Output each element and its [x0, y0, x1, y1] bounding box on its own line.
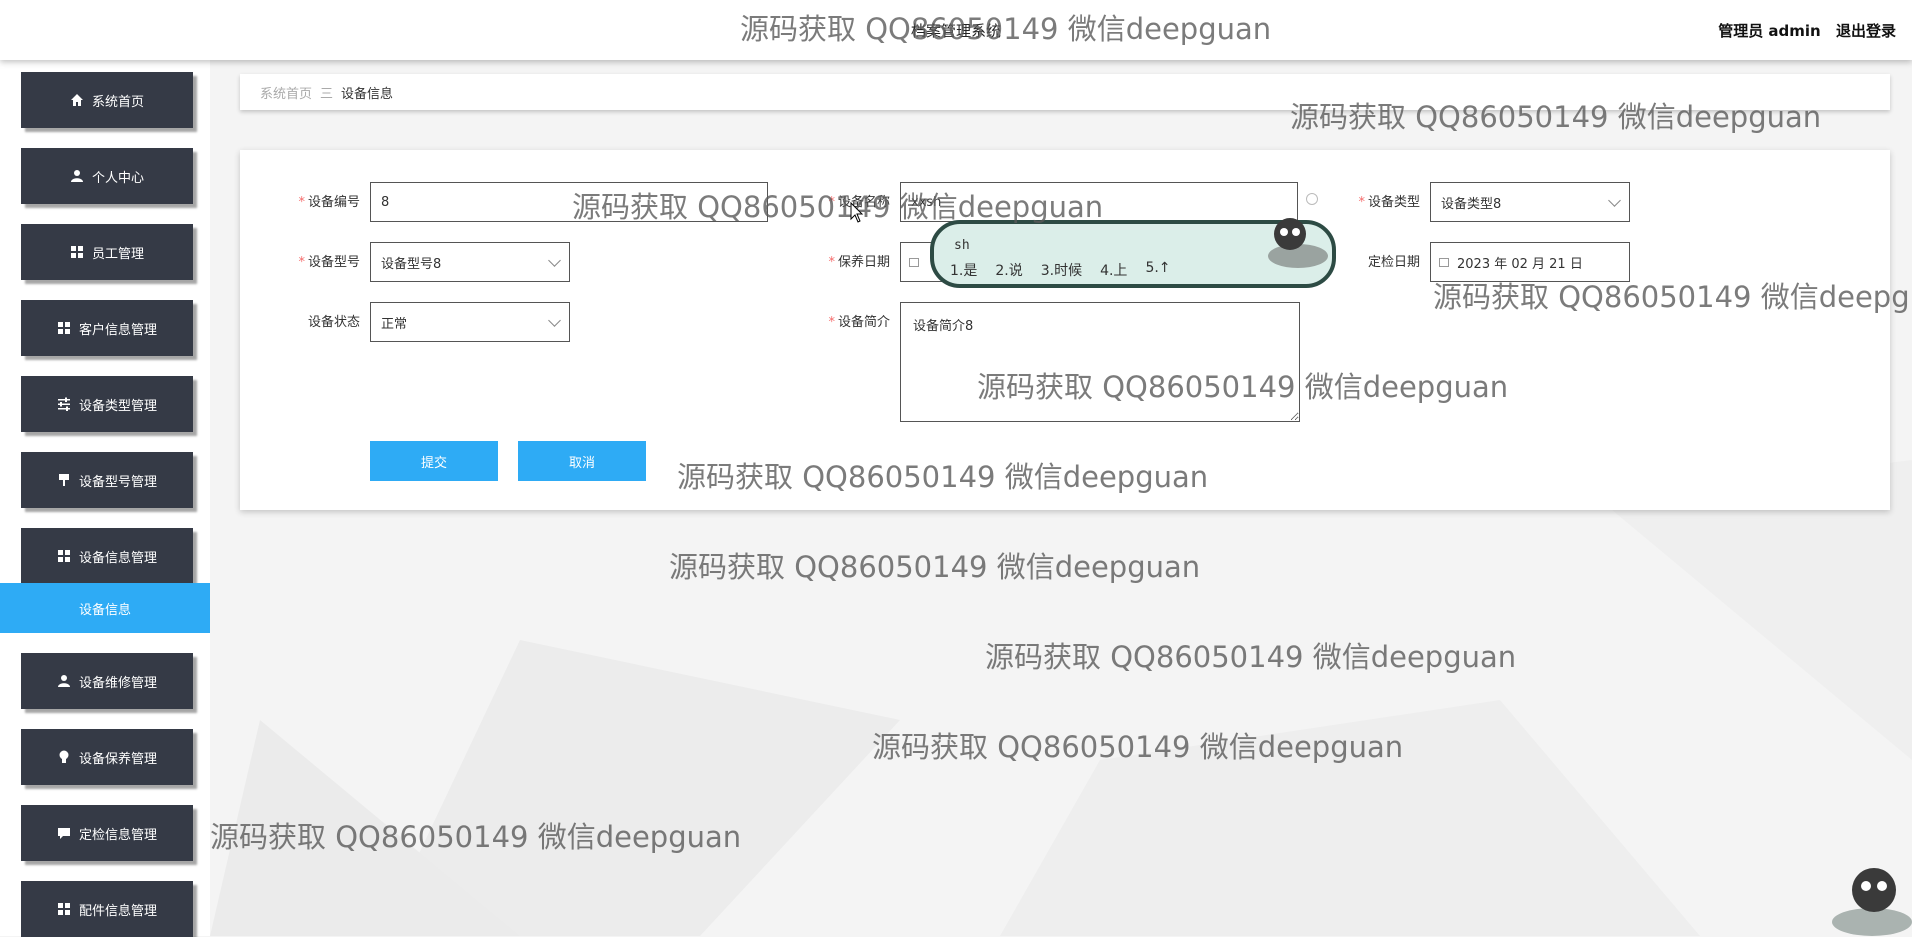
label-text: 设备简介	[837, 315, 890, 330]
ime-candidate[interactable]: 5.↑	[1145, 260, 1170, 280]
mascot-icon	[1268, 218, 1328, 268]
calendar-icon	[909, 257, 919, 267]
device-status-select[interactable]: 正常	[370, 302, 570, 342]
ime-candidate[interactable]: 1.是	[950, 260, 977, 280]
sidebar-item-device-models[interactable]: 设备型号管理	[21, 452, 193, 508]
app-title: 档案管理系统	[910, 22, 1001, 40]
device-name-input[interactable]	[900, 182, 1298, 222]
required-mark: *	[828, 195, 835, 210]
ime-candidate-list: 1.是 2.说 3.时候 4.上 5.↑	[950, 260, 1189, 280]
grid-icon	[57, 321, 71, 335]
sidebar-item-label: 系统首页	[91, 94, 144, 110]
select-value: 正常	[381, 316, 408, 332]
device-name-label: * 设备名称	[770, 191, 890, 210]
sidebar-item-parts[interactable]: 配件信息管理	[21, 881, 193, 937]
required-mark: *	[1358, 195, 1365, 210]
lightbulb-icon	[57, 750, 71, 764]
chevron-down-icon	[548, 314, 561, 327]
ime-candidate[interactable]: 3.时候	[1041, 260, 1082, 280]
ime-composition: sh	[954, 238, 970, 253]
label-text: 设备型号	[307, 255, 360, 270]
device-no-input[interactable]	[370, 182, 768, 222]
grid-icon	[57, 902, 71, 916]
sidebar-item-label: 定检信息管理	[78, 827, 157, 843]
label-text: 设备编号	[307, 195, 360, 210]
grid-icon	[70, 245, 84, 259]
user-icon	[70, 169, 84, 183]
logout-link[interactable]: 退出登录	[1836, 22, 1896, 40]
mascot-icon	[1832, 868, 1912, 936]
device-status-label: 设备状态	[240, 311, 360, 330]
grid-icon	[57, 549, 71, 563]
device-type-select[interactable]: 设备类型8	[1430, 182, 1630, 222]
breadcrumb-current: 设备信息	[341, 86, 394, 102]
paint-roller-icon	[57, 473, 71, 487]
select-value: 设备型号8	[381, 256, 442, 272]
sidebar-item-label: 个人中心	[91, 170, 144, 186]
label-text: 保养日期	[837, 255, 890, 270]
sidebar-item-device-repair[interactable]: 设备维修管理	[21, 653, 193, 709]
required-mark: *	[298, 255, 305, 270]
sidebar-item-label: 客户信息管理	[78, 322, 157, 338]
user-area: 管理员 admin 退出登录	[1708, 20, 1896, 41]
sidebar-item-employees[interactable]: 员工管理	[21, 224, 193, 280]
mouse-cursor-icon	[850, 202, 864, 223]
device-intro-textarea[interactable]: 设备简介8	[900, 302, 1300, 422]
top-bar: 档案管理系统 管理员 admin 退出登录	[0, 0, 1912, 60]
user-icon	[57, 674, 71, 688]
device-model-label: * 设备型号	[240, 251, 360, 270]
device-form: *设备编号 *设备名称 *设备类型 设备类型8 *设备型号 设备型号8 *保养日…	[240, 150, 1890, 510]
breadcrumb-separator: 三	[320, 86, 334, 102]
device-type-label: * 设备类型	[1300, 191, 1420, 210]
sidebar-item-label: 设备保养管理	[78, 751, 157, 767]
chevron-down-icon	[548, 254, 561, 267]
label-text: 设备状态	[307, 315, 360, 330]
sidebar-item-label: 设备信息管理	[78, 550, 157, 566]
breadcrumb-home[interactable]: 系统首页	[260, 83, 312, 102]
home-icon	[70, 93, 84, 107]
calendar-icon	[1439, 257, 1449, 267]
submit-button[interactable]: 提交	[370, 441, 498, 481]
sidebar-item-label: 配件信息管理	[78, 903, 157, 919]
label-text: 设备类型	[1367, 195, 1420, 210]
date-value: 2023 年 02 月 21 日	[1457, 256, 1583, 272]
inspection-date-picker[interactable]: 2023 年 02 月 21 日	[1430, 242, 1630, 282]
ime-candidate-popup: sh 1.是 2.说 3.时候 4.上 5.↑	[930, 218, 1336, 288]
select-value: 设备类型8	[1441, 196, 1502, 212]
device-model-select[interactable]: 设备型号8	[370, 242, 570, 282]
required-mark: *	[828, 255, 835, 270]
sidebar-item-device-maintenance[interactable]: 设备保养管理	[21, 729, 193, 785]
user-label: 管理员 admin	[1718, 22, 1821, 40]
sidebar: 系统首页 个人中心 员工管理 客户信息管理 设备类型管理 设备型号管理 设备信息…	[0, 60, 210, 937]
sidebar-item-label: 员工管理	[91, 246, 144, 262]
chat-icon	[57, 826, 71, 840]
cancel-button[interactable]: 取消	[518, 441, 646, 481]
ime-candidate[interactable]: 2.说	[995, 260, 1022, 280]
required-mark: *	[298, 195, 305, 210]
ime-candidate[interactable]: 4.上	[1100, 260, 1127, 280]
breadcrumb: 系统首页 三 设备信息	[240, 74, 1890, 110]
sidebar-item-device-types[interactable]: 设备类型管理	[21, 376, 193, 432]
maintenance-date-label: * 保养日期	[770, 251, 890, 270]
sidebar-item-customers[interactable]: 客户信息管理	[21, 300, 193, 356]
sidebar-item-label: 设备类型管理	[78, 398, 157, 414]
sidebar-subitem-device-info[interactable]: 设备信息	[0, 583, 210, 633]
sliders-icon	[57, 397, 71, 411]
chevron-down-icon	[1608, 194, 1621, 207]
device-no-label: * 设备编号	[240, 191, 360, 210]
required-mark: *	[828, 315, 835, 330]
sidebar-item-device-info[interactable]: 设备信息管理	[21, 528, 193, 584]
sidebar-item-inspection[interactable]: 定检信息管理	[21, 805, 193, 861]
sidebar-item-profile[interactable]: 个人中心	[21, 148, 193, 204]
sidebar-item-label: 设备型号管理	[78, 474, 157, 490]
sidebar-item-label: 设备维修管理	[78, 675, 157, 691]
label-text: 定检日期	[1367, 255, 1420, 270]
sidebar-item-home[interactable]: 系统首页	[21, 72, 193, 128]
device-intro-label: * 设备简介	[770, 311, 890, 330]
